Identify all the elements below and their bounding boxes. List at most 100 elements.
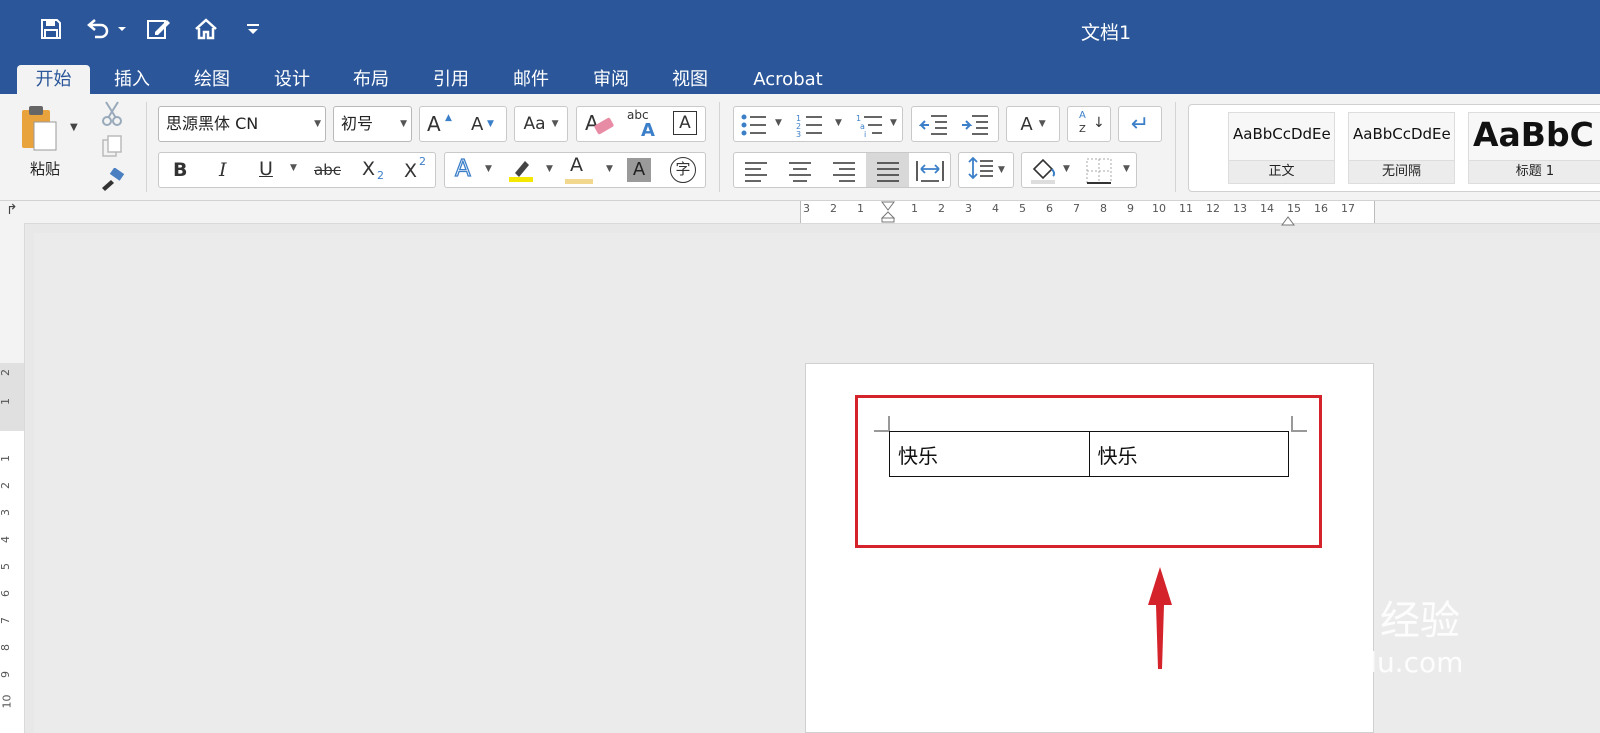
ruler-tick: 2 — [0, 369, 12, 376]
align-left-icon[interactable] — [743, 160, 769, 186]
paint-bucket-icon[interactable] — [1028, 157, 1058, 189]
ruler-scale[interactable] — [0, 431, 24, 733]
chevron-down-icon: ▼ — [1038, 119, 1046, 129]
ruler-tick: 9 — [1127, 202, 1134, 215]
chevron-down-icon: ▼ — [400, 119, 407, 129]
chevron-down-icon[interactable]: ▼ — [1123, 164, 1130, 174]
superscript-button[interactable]: X — [404, 160, 417, 182]
paste-icon[interactable] — [18, 104, 62, 154]
chevron-down-icon[interactable]: ▼ — [775, 118, 782, 128]
underline-button[interactable]: U — [259, 158, 273, 180]
tab-insert[interactable]: 插入 — [106, 65, 158, 94]
shrink-font-button[interactable]: A — [471, 114, 483, 135]
text-effects-button[interactable]: A — [454, 155, 471, 182]
strikethrough-button[interactable]: abc — [314, 161, 341, 179]
ruler-tick: 6 — [0, 590, 12, 597]
italic-button[interactable]: I — [219, 159, 227, 181]
ruler-tick: 14 — [1260, 202, 1274, 215]
font-family-select[interactable]: 思源黑体 CN ▼ — [158, 106, 326, 142]
ruler-tick: 1 — [0, 455, 12, 462]
show-formatting-button[interactable]: ↵ — [1118, 106, 1162, 142]
paste-label[interactable]: 粘贴 — [30, 158, 60, 179]
subscript-button[interactable]: X — [362, 158, 375, 180]
font-style-group: B I U ▼ abc X 2 X 2 — [158, 152, 436, 188]
sort-a-label: A — [1079, 110, 1086, 121]
watermark-url: jingyan.baidu.com — [1205, 646, 1464, 679]
asian-layout-button[interactable]: A ▼ — [1006, 106, 1060, 142]
paste-dropdown-icon[interactable]: ▼ — [70, 122, 78, 133]
style-no-spacing[interactable]: AaBbCcDdEe 无间隔 — [1348, 112, 1455, 184]
ruler-tick: 11 — [1179, 202, 1193, 215]
tab-acrobat[interactable]: Acrobat — [744, 65, 832, 94]
style-sample: AaBbC — [1473, 115, 1594, 154]
bold-button[interactable]: B — [173, 159, 187, 181]
tab-draw[interactable]: 绘图 — [186, 65, 238, 94]
tab-references[interactable]: 引用 — [425, 65, 477, 94]
copy-icon[interactable] — [101, 134, 123, 162]
highlight-annotation-box — [855, 395, 1322, 548]
tab-home[interactable]: 开始 — [17, 65, 90, 94]
ruler-tick: 3 — [803, 202, 810, 215]
tab-design[interactable]: 设计 — [266, 65, 318, 94]
chevron-down-icon[interactable]: ▼ — [606, 164, 613, 174]
line-spacing-button[interactable]: ▼ — [958, 152, 1014, 188]
justify-icon[interactable] — [875, 160, 901, 186]
highlighter-icon[interactable] — [507, 157, 535, 187]
cut-icon[interactable] — [100, 100, 124, 130]
ruler-tick: 2 — [830, 202, 837, 215]
chevron-down-icon[interactable]: ▼ — [546, 164, 553, 174]
ruler-tick: 10 — [1152, 202, 1166, 215]
chevron-down-icon[interactable]: ▼ — [835, 118, 842, 128]
font-family-value: 思源黑体 CN — [166, 114, 259, 133]
annotation-arrow-icon — [1148, 567, 1172, 669]
separator — [146, 102, 147, 192]
tab-selector-icon[interactable]: ↱ — [6, 202, 18, 218]
numbering-icon[interactable]: 123 — [796, 113, 824, 141]
indent-marker-icon[interactable] — [880, 201, 896, 227]
enclose-characters-button[interactable]: 字 — [670, 157, 696, 183]
chevron-down-icon[interactable]: ▼ — [1063, 164, 1070, 174]
font-color-button[interactable]: A — [570, 154, 583, 176]
tab-review[interactable]: 审阅 — [585, 65, 637, 94]
increase-indent-icon[interactable] — [960, 113, 990, 141]
style-normal[interactable]: AaBbCcDdEe 正文 — [1228, 112, 1335, 184]
tab-layout[interactable]: 布局 — [345, 65, 397, 94]
font-size-select[interactable]: 初号 ▼ — [333, 106, 412, 142]
multilevel-list-icon[interactable]: 1ai — [856, 113, 884, 141]
tab-mailings[interactable]: 邮件 — [505, 65, 557, 94]
sort-button[interactable]: A Z ↓ — [1067, 106, 1111, 142]
chevron-down-icon[interactable]: ▼ — [890, 118, 897, 128]
font-color-group: A ▼ ▼ A ▼ A 字 — [444, 152, 706, 188]
distributed-icon[interactable] — [915, 159, 945, 187]
asian-layout-label: A — [1020, 113, 1033, 135]
character-border-button[interactable]: A — [673, 111, 697, 135]
borders-icon[interactable] — [1086, 158, 1112, 188]
ruler-tick: 8 — [1100, 202, 1107, 215]
indent-group — [911, 106, 999, 142]
align-right-icon[interactable] — [831, 160, 857, 186]
chevron-down-icon: ▼ — [551, 119, 559, 129]
ruler-scale[interactable]: 3 2 1 1 2 3 4 5 6 7 8 9 10 11 12 13 14 1… — [800, 201, 1375, 226]
tab-view[interactable]: 视图 — [664, 65, 716, 94]
format-painter-icon[interactable] — [99, 167, 125, 196]
decrease-indent-icon[interactable] — [918, 113, 949, 141]
character-shading-button[interactable]: A — [627, 158, 651, 182]
ruler-tick: 7 — [1073, 202, 1080, 215]
font-size-value: 初号 — [341, 114, 374, 133]
bullets-icon[interactable] — [740, 113, 768, 141]
style-heading-1[interactable]: AaBbC 标题 1 — [1468, 112, 1600, 184]
chevron-down-icon[interactable]: ▼ — [485, 164, 492, 174]
grow-font-button[interactable]: A — [427, 112, 441, 136]
align-center-icon[interactable] — [787, 160, 813, 186]
style-sample: AaBbCcDdEe — [1233, 125, 1331, 143]
watermark-brand: Baidu — [1200, 575, 1361, 633]
ruler-tick: 3 — [0, 509, 12, 516]
underline-dropdown-icon[interactable]: ▼ — [290, 163, 297, 173]
phonetic-mark: A — [641, 120, 655, 141]
ruler-tick: 1 — [857, 202, 864, 215]
right-indent-marker-icon[interactable] — [1281, 211, 1295, 230]
change-case-button[interactable]: Aa ▼ — [514, 106, 568, 142]
ruler-tick: 1 — [0, 398, 12, 405]
title-bar: 文档1 — [0, 0, 1600, 60]
horizontal-ruler: ↱ 3 2 1 1 2 3 4 5 6 7 8 9 10 11 12 13 14… — [0, 201, 1600, 226]
